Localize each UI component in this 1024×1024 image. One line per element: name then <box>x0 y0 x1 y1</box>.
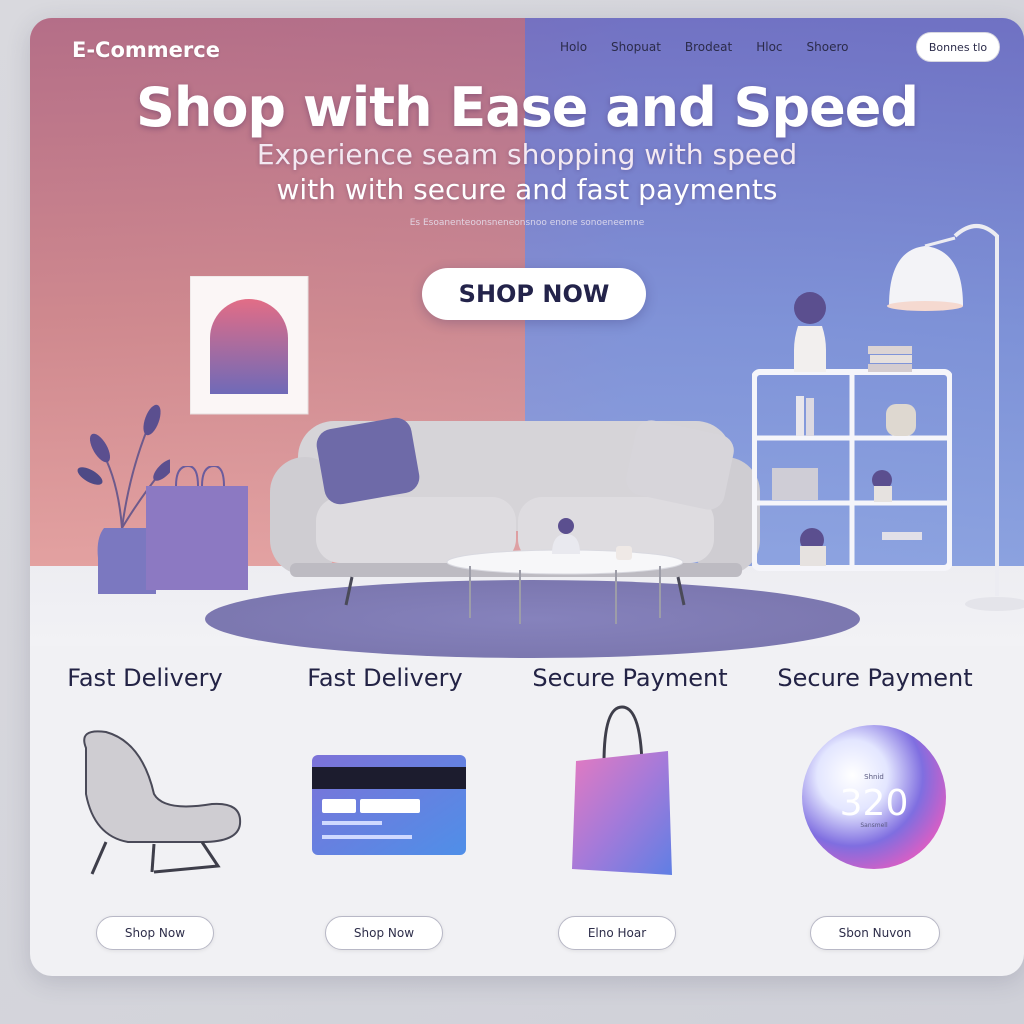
hero-headline: Shop with Ease and Speed <box>135 76 919 139</box>
feature-title-1: Fast Delivery <box>67 664 223 692</box>
shelf-vase <box>794 292 826 372</box>
nav-cta-button[interactable]: Bonnes tlo <box>916 32 1000 62</box>
feature-title-3: Secure Payment <box>532 664 728 692</box>
orb-subcaption: Sansmell <box>860 822 888 829</box>
hero-subheadline-1: Experience seam shopping with speed <box>256 138 798 171</box>
nav-item-hloc[interactable]: Hloc <box>756 40 782 54</box>
feature-title-2: Fast Delivery <box>307 664 463 692</box>
orb-caption: Shnid <box>864 773 884 781</box>
shopping-bag-icon <box>572 705 672 875</box>
badge-orb-icon: Shnid 320 Sansmell <box>802 725 946 869</box>
shop-now-button[interactable]: SHOP NOW <box>422 268 646 320</box>
feature-title-4: Secure Payment <box>777 664 973 692</box>
feature-2-shop-button[interactable]: Shop Now <box>325 916 443 950</box>
nav-item-shoero[interactable]: Shoero <box>807 40 849 54</box>
nav-item-brodeat[interactable]: Brodeat <box>685 40 732 54</box>
framed-art <box>190 276 309 415</box>
hero-fineprint: Es Esoanenteoonsneneonsnoo enone sonoene… <box>409 218 645 228</box>
floor-lamp <box>887 224 1024 611</box>
feature-1-shop-button[interactable]: Shop Now <box>96 916 214 950</box>
feature-4-shop-button[interactable]: Sbon Nuvon <box>810 916 940 950</box>
feature-3-shop-button[interactable]: Elno Hoar <box>558 916 676 950</box>
orb-value: 320 <box>840 783 909 824</box>
floor-shopping-bag <box>146 466 248 590</box>
nav-item-shopuat[interactable]: Shopuat <box>611 40 661 54</box>
hero-subheadline-2: with with secure and fast payments <box>276 173 778 206</box>
coffee-table <box>446 518 684 624</box>
nav-item-holo[interactable]: Holo <box>560 40 587 54</box>
top-nav: Holo Shopuat Brodeat Hloc Shoero <box>560 40 848 54</box>
lounge-chair-icon <box>83 730 242 875</box>
credit-card-icon <box>312 755 466 855</box>
page-card: E-Commerce Holo Shopuat Brodeat Hloc Sho… <box>30 18 1024 976</box>
brand-logo[interactable]: E-Commerce <box>72 38 220 62</box>
